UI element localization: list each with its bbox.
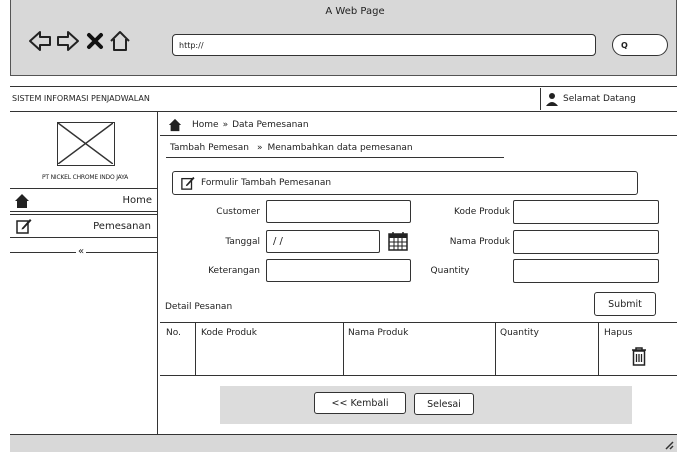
sidebar-collapse-button[interactable]: « bbox=[76, 246, 87, 257]
app-title: SISTEM INFORMASI PENJADWALAN bbox=[12, 94, 150, 103]
stop-icon[interactable] bbox=[86, 32, 104, 50]
sub-breadcrumb-first[interactable]: Tambah Pemesan bbox=[170, 143, 249, 153]
url-bar[interactable]: http:// bbox=[172, 34, 596, 56]
forward-icon[interactable] bbox=[56, 30, 80, 52]
customer-label: Customer bbox=[216, 207, 260, 217]
submit-button[interactable]: Submit bbox=[594, 292, 656, 316]
sub-breadcrumb: Tambah Pemesan » Menambahkan data pemesa… bbox=[160, 137, 677, 159]
quantity-label: Quantity bbox=[430, 266, 470, 276]
company-name: PT NICKEL CHROME INDO JAYA bbox=[42, 174, 128, 181]
sidebar-item-pemesanan[interactable]: Pemesanan bbox=[10, 214, 158, 238]
greeting-box: Selamat Datang bbox=[540, 88, 677, 110]
form-title-box: Formulir Tambah Pemesanan bbox=[172, 171, 638, 195]
table-header-nama-produk: Nama Produk bbox=[348, 328, 409, 338]
sub-breadcrumb-underline bbox=[166, 157, 504, 158]
breadcrumb-home[interactable]: Home bbox=[192, 120, 219, 130]
sub-breadcrumb-separator: » bbox=[256, 143, 263, 153]
edit-icon bbox=[16, 218, 32, 234]
home-nav-icon[interactable] bbox=[108, 29, 132, 53]
back-icon[interactable] bbox=[28, 30, 52, 52]
kode-produk-input[interactable] bbox=[513, 200, 659, 224]
table-col-divider bbox=[343, 322, 344, 376]
customer-input[interactable] bbox=[266, 200, 411, 223]
quantity-input[interactable] bbox=[513, 259, 659, 283]
detail-title: Detail Pesanan bbox=[165, 302, 233, 312]
trash-icon[interactable] bbox=[630, 346, 648, 366]
keterangan-label: Keterangan bbox=[208, 266, 260, 276]
form-title: Formulir Tambah Pemesanan bbox=[201, 178, 332, 188]
nama-produk-input[interactable] bbox=[513, 230, 659, 254]
calendar-icon[interactable] bbox=[388, 231, 408, 251]
breadcrumb: Home » Data Pemesanan bbox=[160, 114, 677, 136]
tanggal-input[interactable]: / / bbox=[266, 230, 380, 253]
table-header-no: No. bbox=[166, 328, 181, 338]
breadcrumb-current: Data Pemesanan bbox=[232, 119, 309, 130]
selesai-button[interactable]: Selesai bbox=[414, 393, 474, 415]
back-button[interactable]: << Kembali bbox=[314, 392, 406, 414]
keterangan-input[interactable] bbox=[266, 259, 411, 282]
logo-placeholder bbox=[57, 122, 115, 166]
edit-icon bbox=[181, 176, 195, 190]
sidebar-item-label: Home bbox=[122, 195, 152, 206]
greeting-text: Selamat Datang bbox=[563, 94, 636, 104]
kode-produk-label: Kode Produk bbox=[454, 207, 510, 217]
table-header-quantity: Quantity bbox=[500, 328, 539, 338]
sidebar-item-home[interactable]: Home bbox=[10, 190, 158, 212]
table-col-divider bbox=[195, 322, 196, 376]
table-header-kode-produk: Kode Produk bbox=[201, 328, 257, 338]
table-col-divider bbox=[598, 322, 599, 376]
search-field[interactable]: Q bbox=[612, 34, 668, 56]
table-header-hapus: Hapus bbox=[604, 328, 633, 338]
user-icon bbox=[545, 92, 559, 106]
window-title: A Web Page bbox=[325, 6, 385, 17]
resize-grip-icon[interactable] bbox=[664, 440, 674, 450]
home-icon bbox=[14, 193, 30, 209]
sidebar-divider bbox=[10, 188, 158, 189]
nama-produk-label: Nama Produk bbox=[449, 237, 510, 247]
search-icon: Q bbox=[621, 40, 628, 50]
url-text: http:// bbox=[179, 40, 204, 50]
home-icon bbox=[168, 118, 182, 132]
breadcrumb-separator: » bbox=[222, 119, 229, 130]
tanggal-label: Tanggal bbox=[225, 237, 260, 247]
status-bar bbox=[10, 434, 677, 452]
sidebar-item-label: Pemesanan bbox=[93, 220, 151, 232]
sub-breadcrumb-second: Menambahkan data pemesanan bbox=[267, 143, 413, 153]
table-col-divider bbox=[495, 322, 496, 376]
